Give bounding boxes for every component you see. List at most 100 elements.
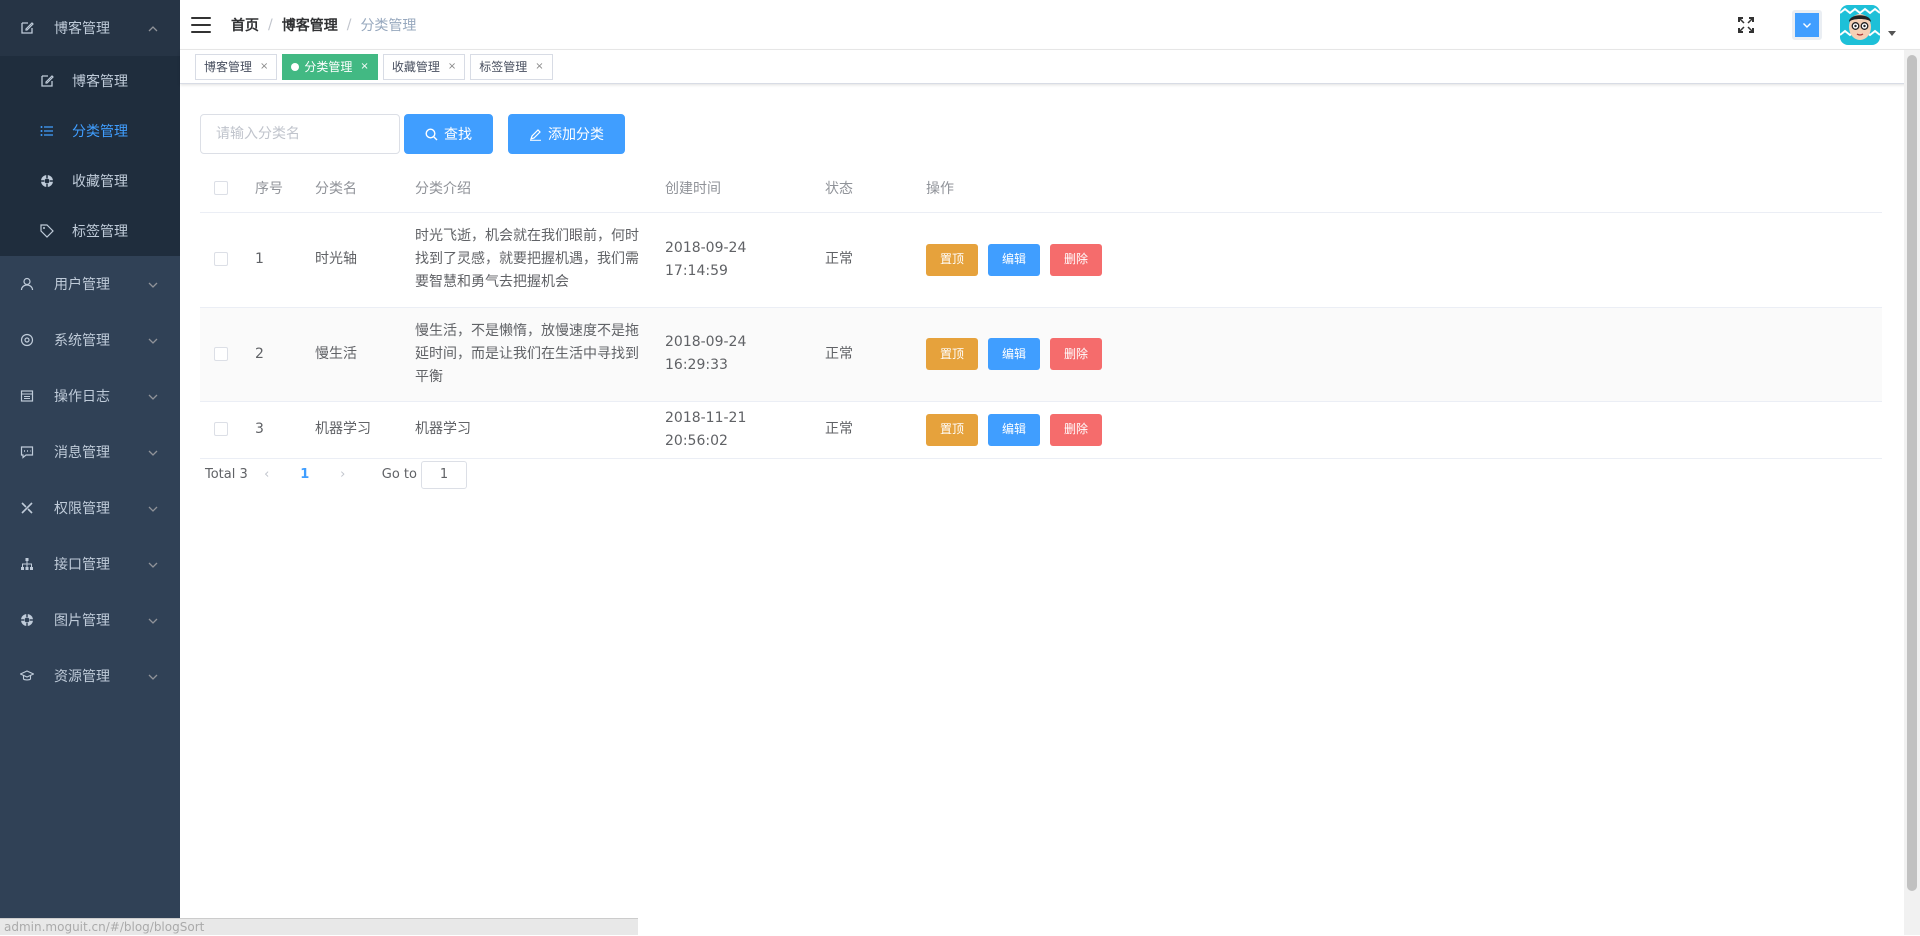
row-checkbox[interactable] bbox=[214, 252, 228, 266]
cell-status: 正常 bbox=[815, 401, 916, 458]
delete-button[interactable]: 删除 bbox=[1050, 414, 1102, 446]
select-all-cell bbox=[200, 164, 245, 212]
delete-button[interactable]: 删除 bbox=[1050, 244, 1102, 276]
sidebar: 博客管理 博客管理 分类管理 收藏管理 bbox=[0, 0, 180, 935]
tag-blog[interactable]: 博客管理 × bbox=[195, 54, 277, 80]
header-index: 序号 bbox=[245, 164, 305, 212]
pin-top-button[interactable]: 置顶 bbox=[926, 338, 978, 370]
pin-top-button[interactable]: 置顶 bbox=[926, 244, 978, 276]
menu-label: 系统管理 bbox=[54, 330, 110, 350]
row-checkbox[interactable] bbox=[214, 347, 228, 361]
menu-image-management[interactable]: 图片管理 bbox=[0, 592, 180, 648]
delete-button[interactable]: 删除 bbox=[1050, 338, 1102, 370]
table-header-row: 序号 分类名 分类介绍 创建时间 状态 操作 bbox=[200, 164, 1882, 212]
menu-label: 操作日志 bbox=[54, 386, 110, 406]
select-all-checkbox[interactable] bbox=[214, 181, 228, 195]
prev-page-icon[interactable]: ‹ bbox=[248, 467, 286, 482]
menu-label: 资源管理 bbox=[54, 666, 110, 686]
row-checkbox-cell bbox=[200, 212, 245, 307]
menu-operation-log[interactable]: 操作日志 bbox=[0, 368, 180, 424]
close-icon[interactable]: × bbox=[448, 61, 456, 72]
sidebar-item-label: 分类管理 bbox=[72, 121, 128, 141]
avatar[interactable] bbox=[1840, 5, 1880, 45]
chevron-down-icon bbox=[148, 670, 158, 686]
hamburger-icon[interactable] bbox=[191, 17, 211, 33]
edit-icon bbox=[20, 21, 34, 35]
submenu-blog: 博客管理 分类管理 收藏管理 标签管理 bbox=[0, 56, 180, 256]
cell-index: 2 bbox=[245, 307, 305, 401]
cell-time: 2018-11-21 20:56:02 bbox=[655, 401, 815, 458]
chevron-down-icon bbox=[148, 334, 158, 350]
close-icon[interactable]: × bbox=[535, 61, 543, 72]
menu-blog-management[interactable]: 博客管理 bbox=[0, 0, 180, 56]
sidebar-item-tag[interactable]: 标签管理 bbox=[0, 206, 180, 256]
breadcrumb-home[interactable]: 首页 bbox=[231, 15, 259, 35]
menu-system-management[interactable]: 系统管理 bbox=[0, 312, 180, 368]
breadcrumb-parent[interactable]: 博客管理 bbox=[282, 15, 338, 35]
close-icon[interactable]: × bbox=[360, 61, 368, 72]
sidebar-item-blog[interactable]: 博客管理 bbox=[0, 56, 180, 106]
list-icon bbox=[40, 124, 54, 138]
cell-intro: 慢生活，不是懒惰，放慢速度不是拖延时间，而是让我们在生活中寻找到平衡 bbox=[405, 307, 655, 401]
row-checkbox-cell bbox=[200, 401, 245, 458]
menu-permission-management[interactable]: 权限管理 bbox=[0, 480, 180, 536]
vertical-scrollbar[interactable] bbox=[1904, 50, 1920, 935]
cell-status: 正常 bbox=[815, 212, 916, 307]
graduation-cap-icon bbox=[20, 669, 34, 683]
edit-button[interactable]: 编辑 bbox=[988, 414, 1040, 446]
chevron-down-icon bbox=[148, 558, 158, 574]
tag-icon bbox=[40, 224, 54, 238]
page-number[interactable]: 1 bbox=[286, 467, 324, 482]
tags-view: 博客管理 × 分类管理 × 收藏管理 × 标签管理 × bbox=[180, 50, 1920, 84]
header-status: 状态 bbox=[815, 164, 916, 212]
menu-group-blog: 博客管理 博客管理 分类管理 收藏管理 bbox=[0, 0, 180, 256]
sitemap-icon bbox=[20, 557, 34, 571]
filter-bar: 查找 添加分类 bbox=[200, 114, 1900, 154]
pin-top-button[interactable]: 置顶 bbox=[926, 414, 978, 446]
fullscreen-icon[interactable] bbox=[1736, 15, 1756, 35]
close-icon[interactable]: × bbox=[260, 61, 268, 72]
search-button-label: 查找 bbox=[444, 124, 472, 144]
add-category-button[interactable]: 添加分类 bbox=[508, 114, 625, 154]
category-search-input[interactable] bbox=[200, 114, 400, 154]
menu-label: 博客管理 bbox=[54, 18, 110, 38]
search-button[interactable]: 查找 bbox=[404, 114, 493, 154]
dropdown-button[interactable] bbox=[1792, 10, 1822, 40]
sidebar-item-collect[interactable]: 收藏管理 bbox=[0, 156, 180, 206]
edit-button[interactable]: 编辑 bbox=[988, 338, 1040, 370]
scrollbar-thumb[interactable] bbox=[1907, 55, 1917, 891]
chevron-down-icon bbox=[148, 278, 158, 294]
next-page-icon[interactable]: › bbox=[324, 467, 362, 482]
app-main: 查找 添加分类 序号 分类名 分类介绍 创建时间 状态 操作 bbox=[180, 84, 1920, 491]
sidebar-item-category[interactable]: 分类管理 bbox=[0, 106, 180, 156]
settings-icon bbox=[20, 333, 34, 347]
tag-label: 标签管理 bbox=[479, 58, 527, 75]
cell-index: 3 bbox=[245, 401, 305, 458]
cell-intro: 机器学习 bbox=[405, 401, 655, 458]
chevron-down-icon bbox=[1802, 20, 1812, 30]
tag-collect[interactable]: 收藏管理 × bbox=[383, 54, 465, 80]
menu-message-management[interactable]: 消息管理 bbox=[0, 424, 180, 480]
row-checkbox[interactable] bbox=[214, 422, 228, 436]
menu-user-management[interactable]: 用户管理 bbox=[0, 256, 180, 312]
category-table: 序号 分类名 分类介绍 创建时间 状态 操作 1 时光轴 时光飞逝，机会就在我们… bbox=[200, 164, 1882, 459]
tag-tag[interactable]: 标签管理 × bbox=[470, 54, 552, 80]
message-icon bbox=[20, 445, 34, 459]
goto-page-input[interactable] bbox=[421, 461, 467, 489]
cell-name: 机器学习 bbox=[305, 401, 405, 458]
pagination: Total 3 ‹ 1 › Go to bbox=[200, 459, 1900, 491]
chevron-down-icon bbox=[148, 502, 158, 518]
menu-resource-management[interactable]: 资源管理 bbox=[0, 648, 180, 704]
breadcrumb: 首页 / 博客管理 / 分类管理 bbox=[231, 15, 416, 35]
caret-down-icon[interactable] bbox=[1888, 22, 1896, 41]
chevron-down-icon bbox=[148, 446, 158, 462]
user-icon bbox=[20, 277, 34, 291]
breadcrumb-separator: / bbox=[268, 17, 273, 33]
sidebar-item-label: 收藏管理 bbox=[72, 171, 128, 191]
edit-icon bbox=[40, 74, 54, 88]
edit-button[interactable]: 编辑 bbox=[988, 244, 1040, 276]
tag-category[interactable]: 分类管理 × bbox=[282, 54, 377, 80]
navbar: 首页 / 博客管理 / 分类管理 bbox=[180, 0, 1920, 50]
menu-api-management[interactable]: 接口管理 bbox=[0, 536, 180, 592]
edit-icon bbox=[529, 128, 542, 141]
